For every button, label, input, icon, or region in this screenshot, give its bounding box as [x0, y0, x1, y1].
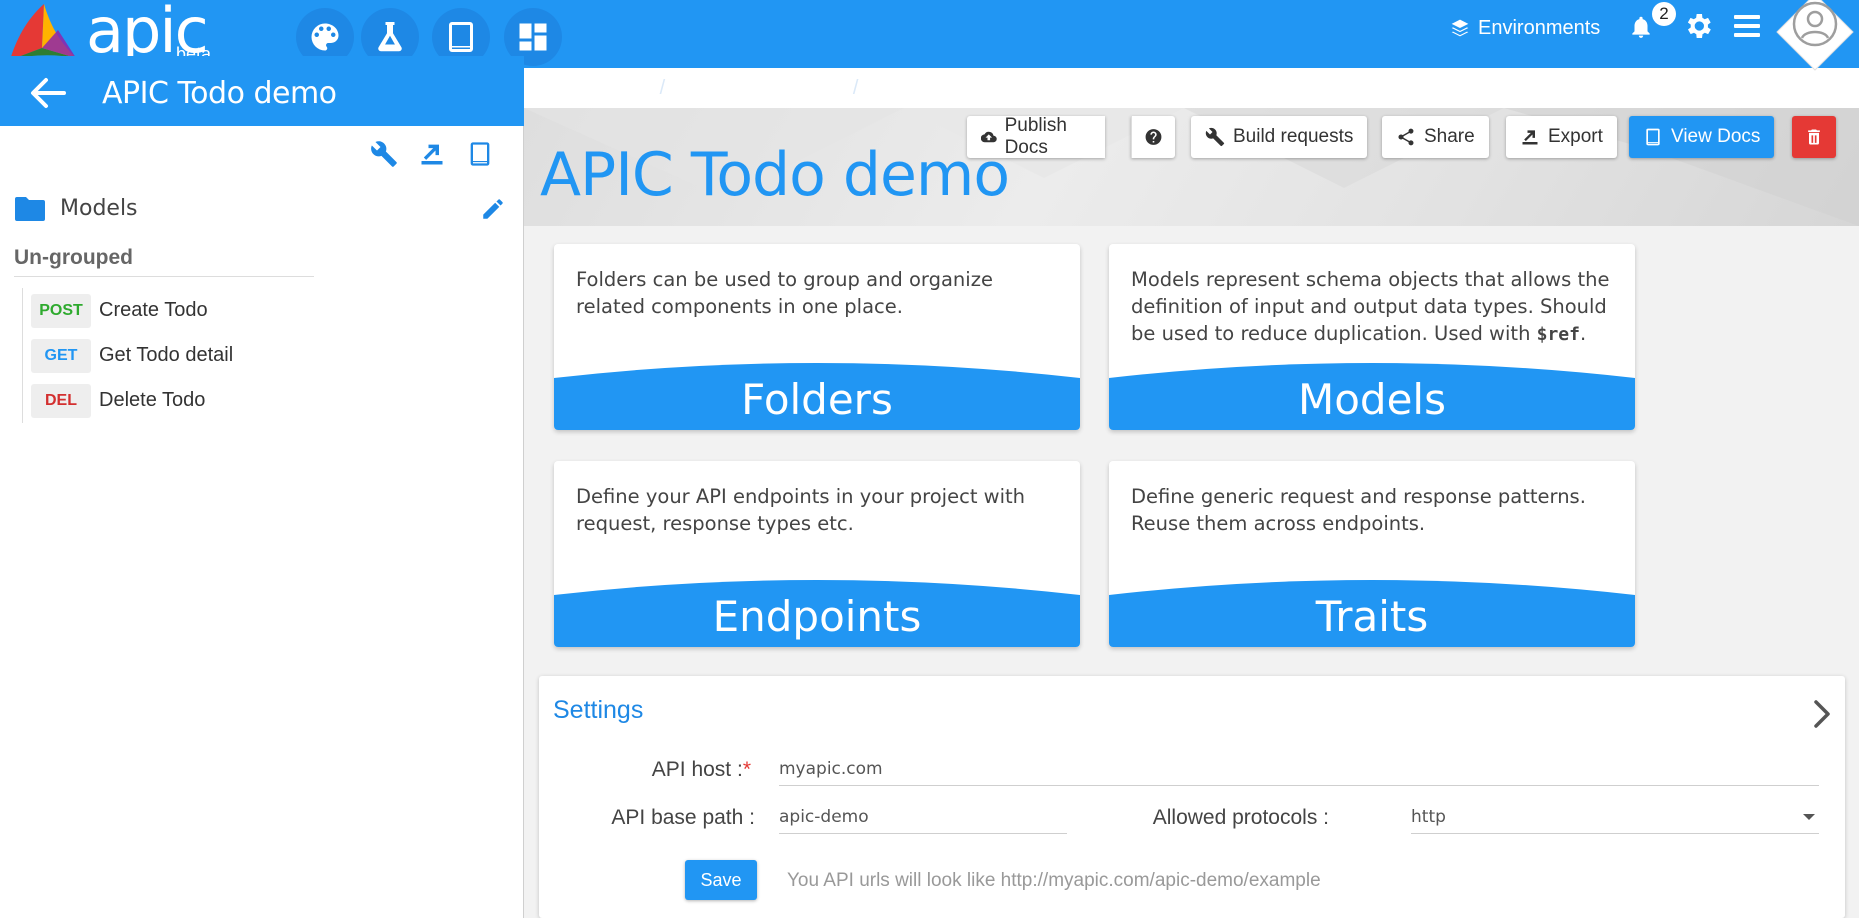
bell-icon — [1632, 16, 1650, 38]
wrench-icon — [371, 141, 397, 167]
flask-icon — [378, 22, 402, 52]
breadcrumb: Workspace / APIC Todo demo / Dashboard — [524, 68, 989, 108]
publish-docs-button[interactable]: Publish Docs — [967, 115, 1105, 158]
build-requests-button[interactable]: Build requests — [1191, 116, 1368, 158]
folders-card-title: Folders — [741, 375, 893, 424]
book-icon — [1646, 128, 1660, 146]
dashboard-icon — [519, 23, 547, 51]
menu-icon — [1734, 15, 1760, 37]
main-menu-button[interactable] — [1732, 12, 1762, 40]
export-icon — [1522, 130, 1538, 145]
method-badge: POST — [31, 293, 91, 328]
models-folder[interactable]: Models — [14, 192, 514, 228]
allowed-protocols-label: Allowed protocols : — [1152, 806, 1329, 829]
settings-button[interactable] — [1682, 10, 1714, 42]
ungrouped-heading: Un-grouped — [14, 246, 314, 277]
api-base-path-input[interactable] — [779, 800, 1067, 834]
api-url-hint: You API urls will look like http://myapi… — [787, 870, 1321, 891]
view-docs-label: View Docs — [1671, 126, 1761, 147]
left-tool-wrench-button[interactable] — [370, 140, 398, 170]
left-panel-header: APIC Todo demo — [0, 56, 524, 126]
cloud-upload-icon — [981, 131, 997, 143]
environments-label: Environments — [1478, 16, 1601, 39]
models-folder-label: Models — [60, 196, 138, 221]
share-label: Share — [1424, 126, 1475, 147]
left-tool-docs-button[interactable] — [466, 140, 494, 170]
allowed-protocols-select[interactable]: http — [1411, 800, 1819, 834]
chevron-right-icon[interactable] — [1809, 698, 1835, 730]
back-button[interactable] — [28, 76, 68, 110]
traits-card-title: Traits — [1315, 592, 1429, 641]
endpoint-name: Delete Todo — [99, 389, 206, 411]
palette-icon — [311, 23, 339, 51]
traits-card-description: Define generic request and response patt… — [1131, 485, 1586, 535]
gear-icon — [1687, 14, 1711, 38]
trash-icon — [1808, 129, 1820, 145]
method-badge: GET — [31, 338, 91, 373]
models-card-desc-end: . — [1579, 322, 1587, 345]
settings-panel: Settings API host :* API base path : All… — [539, 676, 1845, 918]
question-circle-icon — [1145, 129, 1162, 145]
book-icon — [449, 22, 473, 52]
api-host-label: API host :* — [599, 758, 751, 782]
folders-card[interactable]: Folders can be used to group and organiz… — [554, 244, 1080, 430]
export-button[interactable]: Export — [1506, 116, 1617, 158]
endpoint-item-get-todo-detail[interactable]: GET Get Todo detail — [23, 333, 422, 378]
breadcrumb-workspace[interactable]: Workspace — [546, 77, 646, 100]
project-title: APIC Todo demo — [102, 76, 337, 111]
allowed-protocols-value: http — [1411, 807, 1446, 827]
book-icon — [470, 142, 490, 166]
caret-down-icon — [1803, 814, 1815, 820]
environments-button[interactable]: Environments — [1450, 14, 1600, 42]
delete-project-button[interactable] — [1792, 116, 1836, 158]
models-card[interactable]: Models represent schema objects that all… — [1109, 244, 1635, 430]
main-content: APIC Todo demo Publish Docs Build reques… — [524, 108, 1859, 918]
models-card-title: Models — [1298, 375, 1446, 424]
endpoint-item-delete-todo[interactable]: DEL Delete Todo — [23, 378, 422, 423]
notification-count-badge: 2 — [1652, 2, 1676, 26]
hero-banner: APIC Todo demo Publish Docs Build reques… — [524, 108, 1859, 226]
publish-docs-label: Publish Docs — [1004, 115, 1067, 158]
endpoint-name: Get Todo detail — [99, 344, 234, 366]
share-icon — [1398, 128, 1414, 146]
left-panel: Models Un-grouped POST Create Todo GET G… — [0, 126, 524, 918]
wrench-icon — [1205, 127, 1225, 147]
user-avatar[interactable] — [1775, 0, 1855, 72]
endpoints-card-description: Define your API endpoints in your projec… — [576, 485, 1026, 535]
arrow-left-icon — [31, 78, 66, 108]
pencil-icon[interactable] — [480, 196, 506, 222]
share-button[interactable]: Share — [1382, 116, 1489, 158]
save-button[interactable]: Save — [685, 860, 757, 900]
traits-card[interactable]: Define generic request and response patt… — [1109, 461, 1635, 647]
breadcrumb-separator: / — [659, 76, 666, 99]
settings-title: Settings — [553, 696, 644, 724]
build-requests-label: Build requests — [1233, 126, 1354, 147]
required-marker: * — [742, 758, 751, 781]
method-badge: DEL — [31, 383, 91, 418]
breadcrumb-dashboard-dropdown[interactable]: Dashboard — [872, 76, 989, 100]
layers-icon — [1451, 19, 1469, 37]
caret-down-icon — [976, 86, 989, 92]
models-card-desc-code: $ref — [1536, 324, 1580, 345]
endpoints-card[interactable]: Define your API endpoints in your projec… — [554, 461, 1080, 647]
breadcrumb-dashboard-label: Dashboard — [872, 76, 971, 99]
api-base-path-label: API base path : — [611, 806, 755, 829]
import-icon — [421, 144, 443, 165]
left-tool-import-button[interactable] — [418, 140, 446, 170]
publish-help-button[interactable] — [1131, 116, 1175, 158]
endpoint-list: POST Create Todo GET Get Todo detail DEL… — [22, 288, 422, 423]
endpoint-item-create-todo[interactable]: POST Create Todo — [23, 288, 422, 333]
hero-title: APIC Todo demo — [540, 140, 1010, 210]
api-host-input[interactable] — [779, 752, 1819, 786]
view-docs-button[interactable]: View Docs — [1629, 116, 1775, 158]
folders-card-description: Folders can be used to group and organiz… — [576, 268, 993, 318]
endpoint-name: Create Todo — [99, 299, 208, 321]
breadcrumb-project[interactable]: APIC Todo demo — [679, 77, 839, 100]
export-label: Export — [1548, 126, 1603, 147]
models-card-description: Models represent schema objects that all… — [1131, 266, 1617, 348]
api-host-label-text: API host : — [651, 758, 743, 781]
folder-icon — [15, 197, 45, 221]
endpoints-card-title: Endpoints — [712, 592, 922, 641]
breadcrumb-separator: / — [852, 76, 859, 99]
